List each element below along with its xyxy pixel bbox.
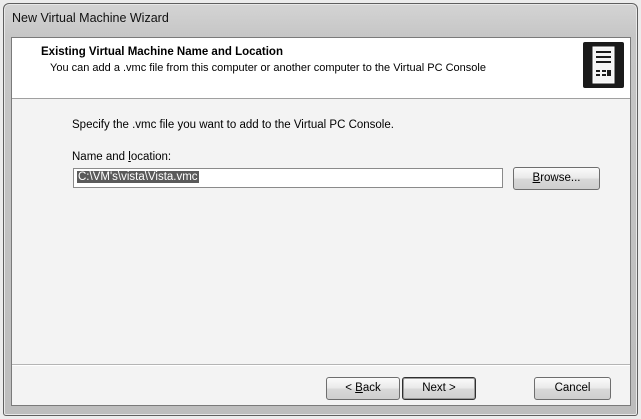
path-value: C:\VM's\vista\Vista.vmc xyxy=(77,171,199,183)
label-text-pre: Name and xyxy=(72,151,129,163)
wizard-window: New Virtual Machine Wizard Existing Virt… xyxy=(3,3,638,416)
title-bar[interactable]: New Virtual Machine Wizard xyxy=(4,4,637,34)
back-label-pre: < xyxy=(345,382,356,394)
page-description: You can add a .vmc file from this comput… xyxy=(50,62,486,74)
back-label-rest: ack xyxy=(362,382,381,394)
page-title: Existing Virtual Machine Name and Locati… xyxy=(41,46,283,58)
instruction-text: Specify the .vmc file you want to add to… xyxy=(72,119,394,131)
browse-button[interactable]: Browse... xyxy=(513,167,600,190)
server-tower-icon xyxy=(583,42,624,88)
cancel-button[interactable]: Cancel xyxy=(534,377,611,400)
next-button[interactable]: Next > xyxy=(402,377,476,400)
window-title: New Virtual Machine Wizard xyxy=(12,11,169,25)
browse-label-rest: rowse... xyxy=(540,172,581,184)
vmc-path-input[interactable]: C:\VM's\vista\Vista.vmc xyxy=(73,168,503,188)
label-text-post: ocation: xyxy=(130,151,172,163)
wizard-header: Existing Virtual Machine Name and Locati… xyxy=(12,38,630,99)
wizard-client-area: Existing Virtual Machine Name and Locati… xyxy=(11,37,631,406)
name-location-label: Name and location: xyxy=(72,151,171,163)
footer-separator xyxy=(12,364,630,366)
back-button[interactable]: < Back xyxy=(326,377,400,400)
back-access-key: B xyxy=(355,382,363,394)
